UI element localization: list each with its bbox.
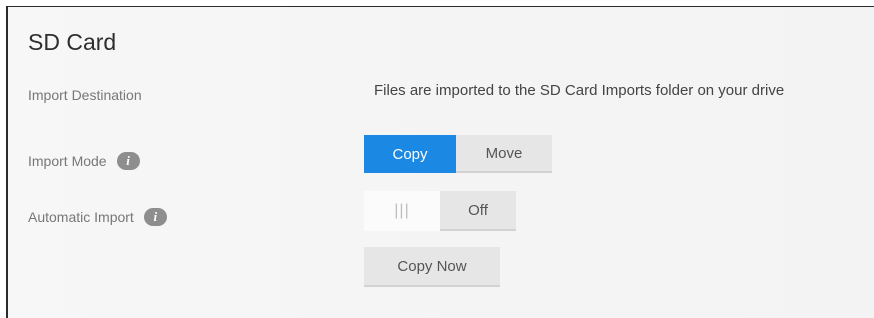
info-icon[interactable]: i bbox=[116, 152, 140, 170]
section-title: SD Card bbox=[28, 29, 117, 55]
import-destination-row-label: Import Destination bbox=[28, 87, 142, 103]
import-mode-row-label: Import Mode i bbox=[28, 152, 140, 170]
automatic-import-toggle[interactable]: ||| Off bbox=[364, 191, 516, 231]
toggle-handle-grip-icon[interactable]: ||| bbox=[364, 191, 440, 231]
automatic-import-row-label: Automatic Import i bbox=[28, 208, 167, 226]
import-mode-copy-button[interactable]: Copy bbox=[364, 135, 456, 173]
import-mode-move-button[interactable]: Move bbox=[456, 135, 552, 173]
import-mode-segmented-control: Copy Move bbox=[364, 135, 552, 173]
toggle-state-label[interactable]: Off bbox=[440, 191, 516, 231]
copy-now-button[interactable]: Copy Now bbox=[364, 247, 500, 287]
import-destination-text: Files are imported to the SD Card Import… bbox=[374, 82, 785, 99]
import-mode-label: Import Mode bbox=[28, 153, 107, 169]
import-destination-label: Import Destination bbox=[28, 87, 142, 103]
info-icon[interactable]: i bbox=[143, 208, 167, 226]
sd-card-panel: SD Card Import Destination Files are imp… bbox=[6, 6, 874, 318]
automatic-import-label: Automatic Import bbox=[28, 209, 134, 225]
